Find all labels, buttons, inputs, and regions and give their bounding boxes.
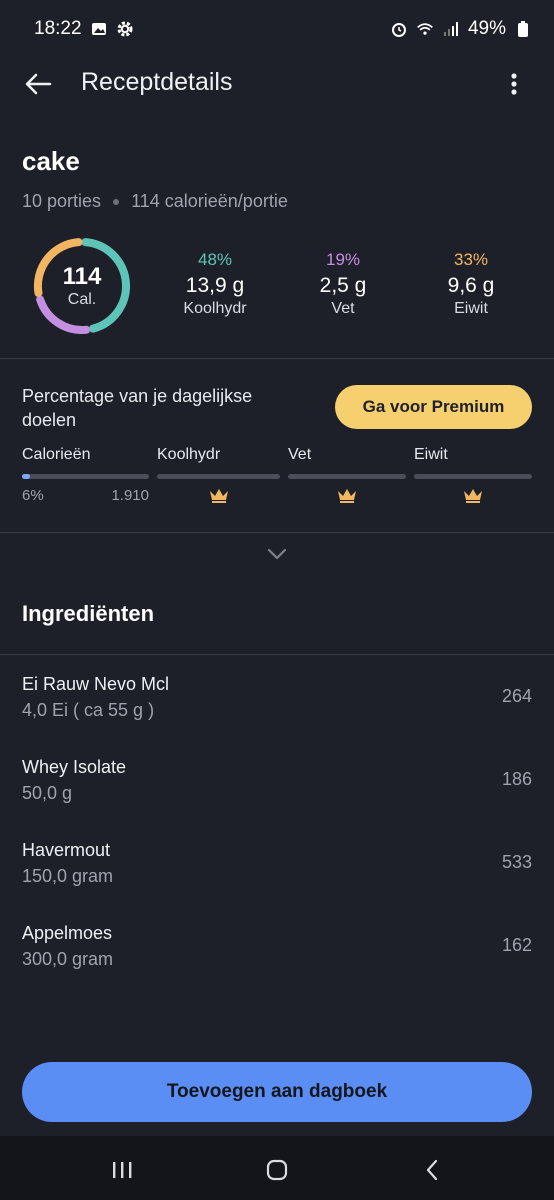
add-to-diary-button[interactable]: Toevoegen aan dagboek [22, 1062, 532, 1122]
ingredient-calories: 186 [501, 769, 532, 789]
app-bar: Receptdetails [0, 58, 554, 110]
ingredients-title: Ingrediënten [22, 601, 155, 626]
settings-icon [116, 20, 134, 38]
ingredient-name: Whey Isolate [22, 757, 127, 777]
back-button[interactable] [22, 68, 54, 100]
ingredient-calories: 533 [501, 852, 532, 872]
goal-progress-bar [288, 474, 406, 479]
home-icon [266, 1159, 288, 1181]
home-button[interactable] [263, 1156, 291, 1184]
macro-value: 9,6 g [447, 274, 495, 297]
arrow-left-icon [25, 73, 52, 95]
system-nav-bar [0, 1136, 554, 1200]
daily-goals-title: Percentage van je dagelijkse doelen [22, 386, 253, 430]
ingredient-amount: 300,0 gram [22, 949, 114, 969]
goal-label: Vet [288, 446, 312, 463]
gallery-icon [90, 20, 108, 38]
recipe-name: cake [22, 146, 80, 176]
macro-koolhydr: 48% 13,9 g Koolhydr [160, 250, 270, 318]
ingredient-calories: 162 [501, 935, 532, 955]
macro-label: Vet [331, 300, 355, 317]
ring-center: 114 Cal. [32, 236, 132, 336]
more-vertical-icon [511, 73, 517, 95]
macro-vet: 19% 2,5 g Vet [288, 250, 398, 318]
ingredient-row[interactable]: Havermout 150,0 gram 533 [0, 840, 554, 920]
ingredient-amount: 50,0 g [22, 783, 73, 803]
goal-progress-fill [22, 474, 30, 479]
ingredient-name: Appelmoes [22, 923, 113, 943]
alarm-icon [390, 20, 408, 38]
crown-icon [464, 489, 482, 503]
status-time: 18:22 [34, 18, 82, 39]
recent-apps-button[interactable] [108, 1156, 136, 1184]
battery-icon [514, 20, 532, 38]
page-title: Receptdetails [81, 68, 233, 96]
goal-progress-bar [22, 474, 149, 479]
goal-label: Koolhydr [157, 446, 221, 463]
recipe-meta: 10 porties 114 calorieën/portie [22, 191, 288, 212]
crown-icon [338, 489, 356, 503]
ingredient-amount: 4,0 Ei ( ca 55 g ) [22, 700, 155, 720]
divider [0, 654, 554, 655]
macro-value: 13,9 g [185, 274, 245, 297]
goal-progress-bar [157, 474, 280, 479]
battery-percent: 49% [467, 18, 506, 39]
wifi-icon [416, 20, 434, 38]
macro-percent: 33% [453, 250, 489, 269]
macro-eiwit: 33% 9,6 g Eiwit [416, 250, 526, 318]
macro-label: Koolhydr [183, 300, 247, 317]
ingredient-row[interactable]: Appelmoes 300,0 gram 162 [0, 923, 554, 1003]
crown-icon [209, 489, 228, 503]
goal-eiwit: Eiwit [414, 446, 532, 503]
portions-text: 10 porties [22, 191, 102, 211]
calories-per-portion-text: 114 calorieën/portie [131, 191, 288, 211]
macro-value: 2,5 g [319, 274, 367, 297]
ring-calories-value: 114 [62, 263, 102, 290]
goal-label: Eiwit [414, 446, 448, 463]
divider [0, 532, 554, 533]
ring-calories-unit: Cal. [67, 291, 97, 308]
ingredient-amount: 150,0 gram [22, 866, 114, 886]
ingredient-name: Havermout [22, 840, 111, 860]
goal-calories: Calorieën 6% 1.910 [22, 446, 149, 504]
separator-dot [113, 198, 120, 205]
goal-progress-bar [414, 474, 532, 479]
macro-label: Eiwit [454, 300, 488, 317]
divider [0, 358, 554, 359]
ingredient-row[interactable]: Ei Rauw Nevo Mcl 4,0 Ei ( ca 55 g ) 264 [0, 674, 554, 754]
chevron-left-icon [426, 1159, 438, 1181]
ingredient-name: Ei Rauw Nevo Mcl [22, 674, 170, 694]
goal-koolhydr: Koolhydr [157, 446, 280, 503]
ingredient-calories: 264 [501, 686, 532, 706]
macro-percent: 19% [325, 250, 361, 269]
more-options-button[interactable] [502, 68, 526, 100]
chevron-down-icon[interactable] [265, 545, 289, 563]
status-bar: 18:22 49% [0, 0, 554, 58]
goal-vet: Vet [288, 446, 406, 503]
macro-percent: 48% [197, 250, 233, 269]
signal-icon [442, 20, 460, 38]
goal-target: 1.910 [111, 487, 149, 504]
premium-button[interactable]: Ga voor Premium [335, 385, 532, 429]
goal-percent: 6% [22, 487, 44, 504]
ingredient-row[interactable]: Whey Isolate 50,0 g 186 [0, 757, 554, 837]
system-back-button[interactable] [418, 1156, 446, 1184]
goal-label: Calorieën [22, 446, 91, 463]
recent-apps-icon [113, 1162, 132, 1178]
